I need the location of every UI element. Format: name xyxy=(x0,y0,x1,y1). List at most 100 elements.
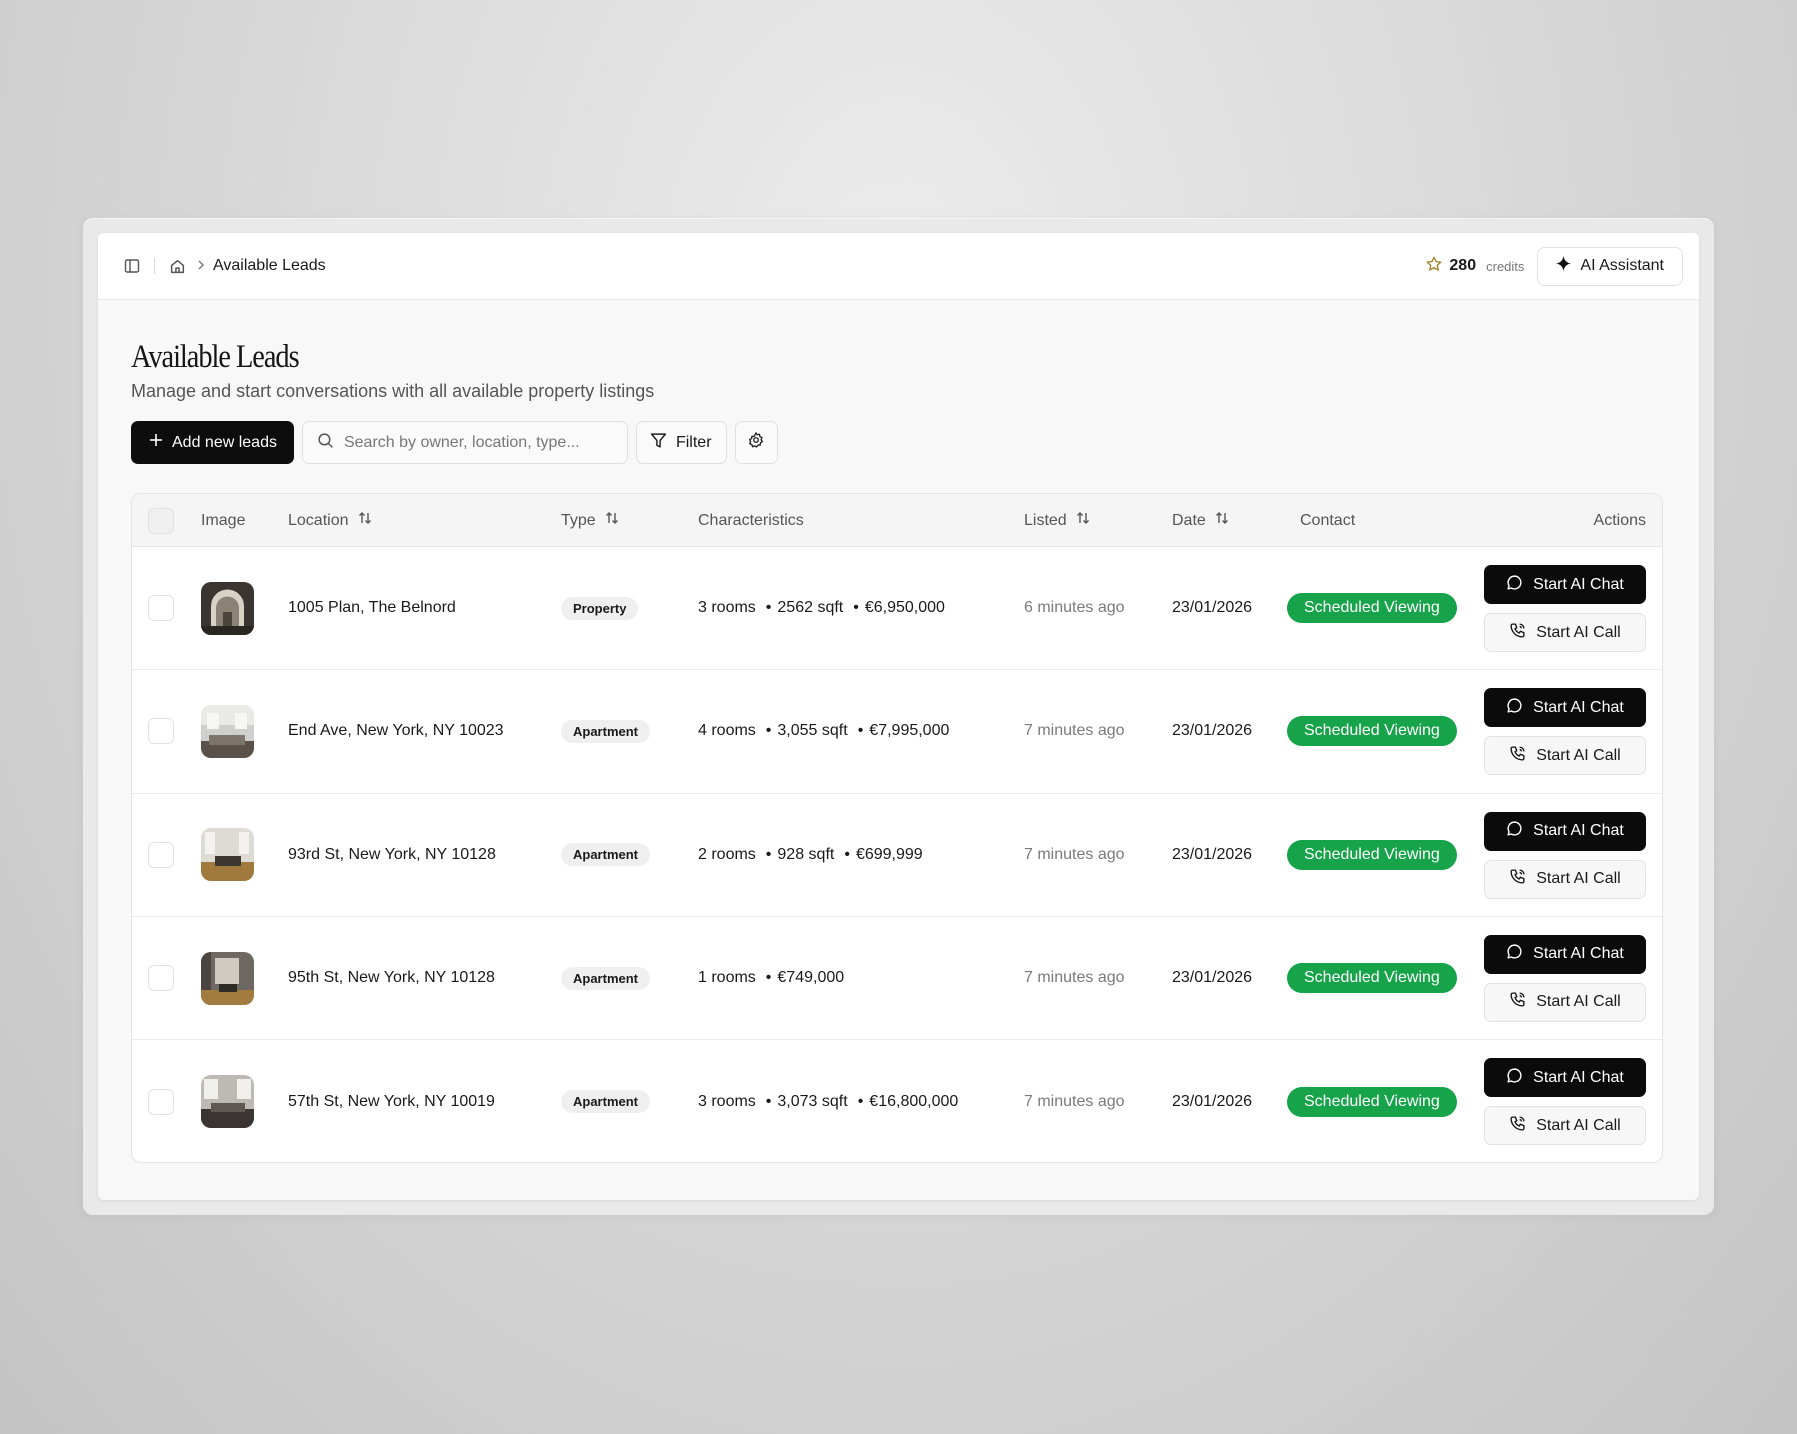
status-badge: Scheduled Viewing xyxy=(1287,1086,1457,1117)
property-thumbnail[interactable] xyxy=(201,1075,254,1129)
row-listed: 6 minutes ago xyxy=(1024,599,1125,617)
col-location[interactable]: Location xyxy=(288,494,373,547)
start-ai-chat-button[interactable]: Start AI Chat xyxy=(1484,565,1646,604)
table-row: 1005 Plan, The Belnord Property 3 rooms •… xyxy=(132,547,1662,671)
chat-icon xyxy=(1506,943,1523,965)
property-thumbnail[interactable] xyxy=(201,581,254,635)
filter-icon xyxy=(650,432,667,454)
property-thumbnail[interactable] xyxy=(201,704,254,758)
col-contact: Contact xyxy=(1300,511,1356,529)
chat-icon xyxy=(1506,1067,1523,1089)
start-ai-call-button[interactable]: Start AI Call xyxy=(1484,736,1646,776)
chat-icon xyxy=(1506,697,1523,719)
row-type-badge: Apartment xyxy=(561,966,651,990)
sparkle-icon xyxy=(1555,255,1572,277)
table-row: 57th St, New York, NY 10019 Apartment 3 … xyxy=(132,1040,1662,1162)
chat-icon xyxy=(1506,574,1523,596)
status-badge: Scheduled Viewing xyxy=(1287,839,1457,870)
toolbar: Add new leads Filter xyxy=(131,421,778,464)
start-ai-chat-button[interactable]: Start AI Chat xyxy=(1484,688,1646,728)
divider xyxy=(154,258,155,274)
phone-icon xyxy=(1509,1115,1526,1137)
row-date: 23/01/2026 xyxy=(1172,1092,1253,1110)
settings-button[interactable] xyxy=(734,421,778,464)
chevron-right-icon xyxy=(197,257,205,275)
col-characteristics: Characteristics xyxy=(698,511,804,529)
row-checkbox[interactable] xyxy=(148,718,174,745)
row-location: 57th St, New York, NY 10019 xyxy=(288,1092,495,1110)
table-row: 93rd St, New York, NY 10128 Apartment 2 … xyxy=(132,794,1662,917)
filter-button[interactable]: Filter xyxy=(635,421,727,464)
row-type-badge: Apartment xyxy=(561,843,651,867)
row-checkbox[interactable] xyxy=(148,965,174,992)
sidebar-toggle-icon[interactable] xyxy=(122,256,142,276)
status-badge: Scheduled Viewing xyxy=(1287,716,1457,747)
row-checkbox[interactable] xyxy=(148,1088,174,1115)
sort-icon xyxy=(1214,510,1230,531)
credits-value: 280 xyxy=(1449,257,1477,274)
sort-icon xyxy=(604,510,620,531)
ai-assistant-button[interactable]: AI Assistant xyxy=(1537,246,1683,286)
col-date[interactable]: Date xyxy=(1172,494,1230,547)
row-characteristics: 2 rooms • 928 sqft • €699,999 xyxy=(698,845,923,863)
row-listed: 7 minutes ago xyxy=(1024,969,1125,987)
phone-icon xyxy=(1509,868,1526,890)
search-icon xyxy=(317,432,334,454)
row-type-badge: Property xyxy=(561,596,639,620)
plus-icon xyxy=(149,433,163,452)
row-listed: 7 minutes ago xyxy=(1024,722,1125,740)
page-title: Available Leads xyxy=(131,339,300,375)
phone-icon xyxy=(1509,622,1526,644)
start-ai-chat-button[interactable]: Start AI Chat xyxy=(1484,934,1646,974)
start-ai-call-button[interactable]: Start AI Call xyxy=(1484,1106,1646,1146)
credits-indicator: 280 credits xyxy=(1425,255,1524,278)
status-badge: Scheduled Viewing xyxy=(1287,963,1457,994)
sort-icon xyxy=(1075,510,1091,531)
phone-icon xyxy=(1509,991,1526,1013)
row-type-badge: Apartment xyxy=(561,719,651,743)
col-listed[interactable]: Listed xyxy=(1024,494,1091,547)
gear-icon xyxy=(747,431,765,454)
select-all-checkbox[interactable] xyxy=(148,507,174,534)
add-new-leads-label: Add new leads xyxy=(172,433,277,451)
row-location: 1005 Plan, The Belnord xyxy=(288,599,456,617)
row-date: 23/01/2026 xyxy=(1172,599,1253,617)
status-badge: Scheduled Viewing xyxy=(1287,593,1457,624)
start-ai-call-button[interactable]: Start AI Call xyxy=(1484,982,1646,1022)
add-new-leads-button[interactable]: Add new leads xyxy=(131,421,294,464)
phone-icon xyxy=(1509,745,1526,767)
row-date: 23/01/2026 xyxy=(1172,969,1253,987)
breadcrumb-current: Available Leads xyxy=(213,257,326,274)
row-checkbox[interactable] xyxy=(148,595,174,622)
row-type-badge: Apartment xyxy=(561,1090,651,1114)
table-header: Image Location Type Characteristics List… xyxy=(132,494,1662,547)
row-date: 23/01/2026 xyxy=(1172,845,1253,863)
app-window: Available Leads 280 credits AI Assistant xyxy=(98,233,1699,1200)
table-row: 95th St, New York, NY 10128 Apartment 1 … xyxy=(132,917,1662,1041)
home-icon[interactable] xyxy=(167,256,187,276)
property-thumbnail[interactable] xyxy=(201,951,254,1005)
row-characteristics: 1 rooms • €749,000 xyxy=(698,969,845,987)
col-image: Image xyxy=(201,511,246,529)
property-thumbnail[interactable] xyxy=(201,828,254,882)
credits-label: credits xyxy=(1486,258,1525,274)
row-characteristics: 3 rooms • 2562 sqft • €6,950,000 xyxy=(698,599,945,617)
col-type[interactable]: Type xyxy=(561,494,620,547)
row-location: End Ave, New York, NY 10023 xyxy=(288,722,504,740)
row-listed: 7 minutes ago xyxy=(1024,1092,1125,1110)
row-location: 93rd St, New York, NY 10128 xyxy=(288,845,496,863)
search-field[interactable] xyxy=(301,421,628,464)
search-input[interactable] xyxy=(343,433,604,452)
start-ai-chat-button[interactable]: Start AI Chat xyxy=(1484,1058,1646,1098)
star-icon xyxy=(1425,255,1443,278)
start-ai-call-button[interactable]: Start AI Call xyxy=(1484,613,1646,652)
leads-table: Image Location Type Characteristics List… xyxy=(131,493,1663,1163)
top-bar: Available Leads 280 credits AI Assistant xyxy=(98,233,1699,300)
row-characteristics: 4 rooms • 3,055 sqft • €7,995,000 xyxy=(698,722,950,740)
row-checkbox[interactable] xyxy=(148,841,174,868)
ai-assistant-label: AI Assistant xyxy=(1580,257,1664,274)
table-row: End Ave, New York, NY 10023 Apartment 4 … xyxy=(132,670,1662,794)
start-ai-chat-button[interactable]: Start AI Chat xyxy=(1484,811,1646,851)
start-ai-call-button[interactable]: Start AI Call xyxy=(1484,859,1646,899)
row-listed: 7 minutes ago xyxy=(1024,845,1125,863)
